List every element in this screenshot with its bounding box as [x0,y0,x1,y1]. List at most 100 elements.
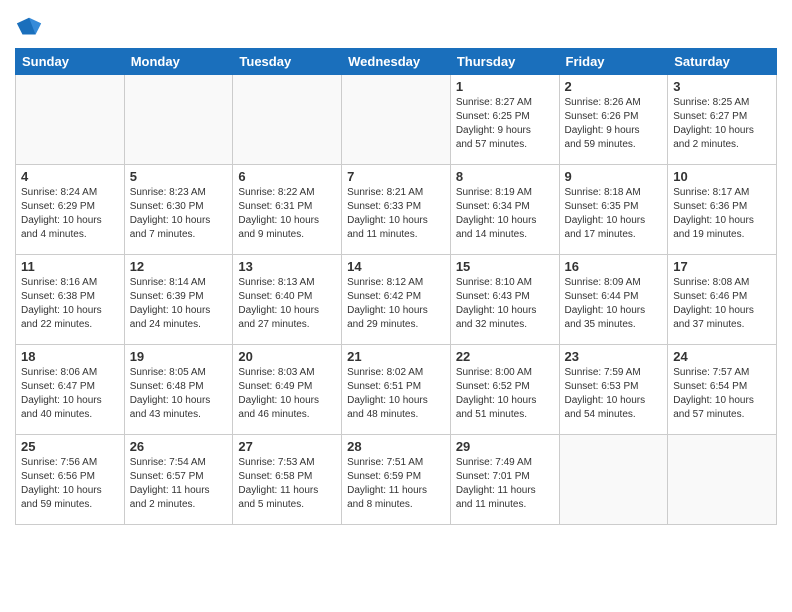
day-cell [233,75,342,165]
day-number: 1 [456,79,554,94]
day-info: Sunrise: 7:53 AM Sunset: 6:58 PM Dayligh… [238,456,336,512]
day-number: 4 [21,169,119,184]
week-row-3: 11Sunrise: 8:16 AM Sunset: 6:38 PM Dayli… [16,255,777,345]
day-number: 7 [347,169,445,184]
header [15,10,777,42]
week-row-4: 18 Sunrise: 8:06 AM Sunset: 6:47 PM Dayli… [16,345,777,435]
day-cell [342,75,451,165]
day-cell: 4 Sunrise: 8:24 AM Sunset: 6:29 PM Daylig… [16,165,125,255]
day-number: 2 [565,79,663,94]
day-number: 24 [673,349,771,364]
day-info: Sunrise: 8:19 AM Sunset: 6:34 PM Dayligh… [456,186,554,242]
day-number: 13 [238,259,336,274]
day-info: Sunrise: 8:12 AM Sunset: 6:42 PM Dayligh… [347,276,445,332]
day-info: Sunrise: 8:26 AM Sunset: 6:26 PM Dayligh… [565,96,663,152]
logo [15,14,47,42]
day-number: 8 [456,169,554,184]
day-number: 25 [21,439,119,454]
day-info: Sunrise: 8:10 AM Sunset: 6:43 PM Dayligh… [456,276,554,332]
day-number: 28 [347,439,445,454]
day-info: Sunrise: 8:14 AM Sunset: 6:39 PM Dayligh… [130,276,228,332]
day-info: Sunrise: 8:21 AM Sunset: 6:33 PM Dayligh… [347,186,445,242]
day-info: Sunrise: 8:22 AM Sunset: 6:31 PM Dayligh… [238,186,336,242]
day-cell: 15 Sunrise: 8:10 AM Sunset: 6:43 PM Dayli… [450,255,559,345]
day-number: 20 [238,349,336,364]
day-info: Sunrise: 8:06 AM Sunset: 6:47 PM Dayligh… [21,366,119,422]
day-info: Sunrise: 8:08 AM Sunset: 6:46 PM Dayligh… [673,276,771,332]
day-cell: 6 Sunrise: 8:22 AM Sunset: 6:31 PM Daylig… [233,165,342,255]
day-cell: 21 Sunrise: 8:02 AM Sunset: 6:51 PM Dayli… [342,345,451,435]
day-cell: 1 Sunrise: 8:27 AM Sunset: 6:25 PM Daylig… [450,75,559,165]
day-number: 5 [130,169,228,184]
day-cell: 5 Sunrise: 8:23 AM Sunset: 6:30 PM Daylig… [124,165,233,255]
day-cell: 20Sunrise: 8:03 AM Sunset: 6:49 PM Dayli… [233,345,342,435]
day-number: 21 [347,349,445,364]
day-cell: 14 Sunrise: 8:12 AM Sunset: 6:42 PM Dayli… [342,255,451,345]
day-number: 22 [456,349,554,364]
week-row-1: 1 Sunrise: 8:27 AM Sunset: 6:25 PM Daylig… [16,75,777,165]
day-info: Sunrise: 8:17 AM Sunset: 6:36 PM Dayligh… [673,186,771,242]
day-cell [124,75,233,165]
day-info: Sunrise: 8:09 AM Sunset: 6:44 PM Dayligh… [565,276,663,332]
day-cell [16,75,125,165]
day-cell: 19 Sunrise: 8:05 AM Sunset: 6:48 PM Dayli… [124,345,233,435]
day-number: 27 [238,439,336,454]
week-row-2: 4 Sunrise: 8:24 AM Sunset: 6:29 PM Daylig… [16,165,777,255]
day-number: 12 [130,259,228,274]
day-cell: 26 Sunrise: 7:54 AM Sunset: 6:57 PM Dayli… [124,435,233,525]
day-number: 26 [130,439,228,454]
day-cell: 17 Sunrise: 8:08 AM Sunset: 6:46 PM Dayli… [668,255,777,345]
day-cell: 24 Sunrise: 7:57 AM Sunset: 6:54 PM Dayli… [668,345,777,435]
weekday-header-monday: Monday [124,49,233,75]
day-info: Sunrise: 8:25 AM Sunset: 6:27 PM Dayligh… [673,96,771,152]
week-row-5: 25 Sunrise: 7:56 AM Sunset: 6:56 PM Dayli… [16,435,777,525]
weekday-header-row: SundayMondayTuesdayWednesdayThursdayFrid… [16,49,777,75]
day-number: 15 [456,259,554,274]
weekday-header-sunday: Sunday [16,49,125,75]
day-info: Sunrise: 8:05 AM Sunset: 6:48 PM Dayligh… [130,366,228,422]
day-number: 23 [565,349,663,364]
day-info: Sunrise: 8:16 AM Sunset: 6:38 PM Dayligh… [21,276,119,332]
day-cell: 3 Sunrise: 8:25 AM Sunset: 6:27 PM Daylig… [668,75,777,165]
day-info: Sunrise: 8:02 AM Sunset: 6:51 PM Dayligh… [347,366,445,422]
day-info: Sunrise: 7:56 AM Sunset: 6:56 PM Dayligh… [21,456,119,512]
day-number: 14 [347,259,445,274]
day-cell: 28Sunrise: 7:51 AM Sunset: 6:59 PM Dayli… [342,435,451,525]
day-cell: 8 Sunrise: 8:19 AM Sunset: 6:34 PM Daylig… [450,165,559,255]
day-number: 9 [565,169,663,184]
day-cell [559,435,668,525]
day-cell: 2 Sunrise: 8:26 AM Sunset: 6:26 PM Daylig… [559,75,668,165]
day-number: 19 [130,349,228,364]
calendar: SundayMondayTuesdayWednesdayThursdayFrid… [15,48,777,525]
day-info: Sunrise: 7:59 AM Sunset: 6:53 PM Dayligh… [565,366,663,422]
day-cell: 22 Sunrise: 8:00 AM Sunset: 6:52 PM Dayli… [450,345,559,435]
day-info: Sunrise: 8:00 AM Sunset: 6:52 PM Dayligh… [456,366,554,422]
day-cell: 25 Sunrise: 7:56 AM Sunset: 6:56 PM Dayli… [16,435,125,525]
day-cell: 29 Sunrise: 7:49 AM Sunset: 7:01 PM Dayli… [450,435,559,525]
day-number: 6 [238,169,336,184]
day-cell [668,435,777,525]
day-info: Sunrise: 8:13 AM Sunset: 6:40 PM Dayligh… [238,276,336,332]
day-info: Sunrise: 8:23 AM Sunset: 6:30 PM Dayligh… [130,186,228,242]
day-info: Sunrise: 7:57 AM Sunset: 6:54 PM Dayligh… [673,366,771,422]
day-number: 3 [673,79,771,94]
day-number: 16 [565,259,663,274]
day-cell: 10 Sunrise: 8:17 AM Sunset: 6:36 PM Dayli… [668,165,777,255]
day-cell: 18 Sunrise: 8:06 AM Sunset: 6:47 PM Dayli… [16,345,125,435]
day-info: Sunrise: 7:49 AM Sunset: 7:01 PM Dayligh… [456,456,554,512]
logo-icon [15,14,43,42]
day-info: Sunrise: 7:54 AM Sunset: 6:57 PM Dayligh… [130,456,228,512]
day-cell: 16 Sunrise: 8:09 AM Sunset: 6:44 PM Dayli… [559,255,668,345]
day-number: 18 [21,349,119,364]
day-info: Sunrise: 8:24 AM Sunset: 6:29 PM Dayligh… [21,186,119,242]
day-cell: 27 Sunrise: 7:53 AM Sunset: 6:58 PM Dayli… [233,435,342,525]
weekday-header-saturday: Saturday [668,49,777,75]
day-cell: 9Sunrise: 8:18 AM Sunset: 6:35 PM Daylig… [559,165,668,255]
day-cell: 7 Sunrise: 8:21 AM Sunset: 6:33 PM Daylig… [342,165,451,255]
day-number: 29 [456,439,554,454]
weekday-header-thursday: Thursday [450,49,559,75]
day-cell: 12 Sunrise: 8:14 AM Sunset: 6:39 PM Dayli… [124,255,233,345]
day-number: 17 [673,259,771,274]
day-number: 10 [673,169,771,184]
day-info: Sunrise: 8:27 AM Sunset: 6:25 PM Dayligh… [456,96,554,152]
